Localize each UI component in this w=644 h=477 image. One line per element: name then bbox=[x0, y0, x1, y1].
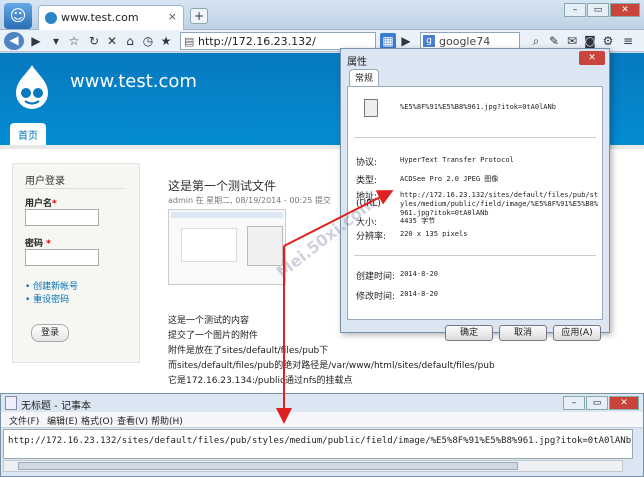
new-tab-button[interactable]: + bbox=[190, 8, 208, 24]
menu-view[interactable]: 查看(V) bbox=[117, 414, 148, 427]
nav-home-tab[interactable]: 首页 bbox=[10, 123, 46, 145]
login-button[interactable]: 登录 bbox=[31, 324, 69, 342]
history-icon[interactable]: ◷ bbox=[140, 33, 156, 49]
notepad-icon bbox=[5, 396, 17, 410]
type-value: ACDSee Pro 2.0 JPEG 图像 bbox=[400, 175, 499, 183]
scroll-thumb[interactable] bbox=[18, 462, 518, 470]
login-block: 用户登录 用户名* 密码 * • 创建新帐号 • 重设密码 登录 bbox=[12, 163, 140, 363]
post-body-line: 它是172.16.23.134:/public通过nfs的挂载点 bbox=[168, 376, 353, 386]
file-icon bbox=[364, 99, 378, 117]
create-account-link[interactable]: • 创建新帐号 bbox=[25, 279, 78, 292]
modified-value: 2014-8-20 bbox=[400, 290, 438, 298]
cancel-button[interactable]: 取消 bbox=[499, 325, 547, 341]
post-meta: admin 在 星期二, 08/19/2014 - 00:25 提交 bbox=[168, 196, 331, 205]
maximize-button[interactable]: ▭ bbox=[587, 3, 609, 17]
username-input[interactable] bbox=[25, 209, 99, 226]
site-name[interactable]: www.test.com bbox=[70, 71, 197, 92]
dialog-close-button[interactable]: ✕ bbox=[579, 51, 605, 65]
address-value-line2[interactable]: yles/medium/public/field/image/%E5%8F%91… bbox=[400, 200, 598, 208]
notepad-content: http://172.16.23.132/sites/default/files… bbox=[8, 436, 632, 446]
favorites-icon[interactable]: ☆ bbox=[66, 33, 82, 49]
resolution-label: 分辨率: bbox=[356, 232, 387, 242]
divider bbox=[25, 188, 125, 189]
general-panel: %E5%8F%91%E5%B8%961.jpg?itok=0tA0lANb 协议… bbox=[347, 86, 603, 320]
modified-label: 修改时间: bbox=[356, 292, 396, 302]
file-name: %E5%8F%91%E5%B8%961.jpg?itok=0tA0lANb bbox=[400, 103, 556, 111]
menu-help[interactable]: 帮助(H) bbox=[151, 414, 183, 427]
stop-icon[interactable]: ✕ bbox=[104, 33, 120, 49]
notepad-window: 无标题 - 记事本 – ▭ ✕ 文件(F) 编辑(E) 格式(O) 查看(V) 帮助… bbox=[0, 393, 644, 477]
forward-icon[interactable]: ▶ bbox=[28, 33, 44, 49]
protocol-label: 协议: bbox=[356, 158, 378, 168]
post-body-line: 而sites/default/files/pub的绝对路径是/var/www/h… bbox=[168, 361, 495, 371]
search-icon[interactable]: ⌕ bbox=[528, 33, 544, 49]
browser-logo-icon[interactable]: ☺ bbox=[4, 3, 32, 29]
notepad-menubar: 文件(F) 编辑(E) 格式(O) 查看(V) 帮助(H) bbox=[1, 412, 643, 428]
post-body-line: 提交了一个图片的附件 bbox=[168, 331, 259, 341]
protocol-value: HyperText Transfer Protocol bbox=[400, 156, 514, 164]
menu-icon[interactable]: ≡ bbox=[620, 33, 636, 49]
username-label: 用户名* bbox=[25, 199, 57, 209]
tab-close-icon[interactable]: × bbox=[168, 10, 177, 23]
page-icon: ▤ bbox=[184, 35, 195, 48]
drupal-logo-icon[interactable] bbox=[14, 63, 50, 109]
reset-password-link[interactable]: • 重设密码 bbox=[25, 292, 69, 305]
mail-icon[interactable]: ✉ bbox=[564, 33, 580, 49]
menu-format[interactable]: 格式(O) bbox=[81, 414, 113, 427]
dropdown-icon[interactable]: ▾ bbox=[48, 33, 64, 49]
close-window-button[interactable]: ✕ bbox=[609, 396, 639, 410]
back-icon[interactable]: ◀ bbox=[4, 32, 24, 50]
post-body-line: 这是一个测试的内容 bbox=[168, 316, 250, 326]
post-title[interactable]: 这是第一个测试文件 bbox=[168, 177, 276, 194]
tab-www-test[interactable]: www.test.com × bbox=[38, 5, 184, 30]
dialog-titlebar[interactable]: 属性 ✕ bbox=[341, 49, 609, 69]
minimize-button[interactable]: – bbox=[563, 396, 585, 410]
home-icon[interactable]: ⌂ bbox=[122, 33, 138, 49]
tools-icon[interactable]: ✎ bbox=[546, 33, 562, 49]
minimize-button[interactable]: – bbox=[564, 3, 586, 17]
created-label: 创建时间: bbox=[356, 272, 396, 282]
type-label: 类型: bbox=[356, 176, 378, 186]
search-text: google74 bbox=[439, 35, 491, 48]
ok-button[interactable]: 确定 bbox=[445, 325, 493, 341]
size-value: 4435 字节 bbox=[400, 217, 436, 225]
menu-edit[interactable]: 编辑(E) bbox=[47, 414, 78, 427]
tab-title: www.test.com bbox=[61, 11, 139, 24]
search-engine-icon[interactable]: g bbox=[423, 35, 435, 47]
apply-button[interactable]: 应用(A) bbox=[553, 325, 601, 341]
refresh-icon[interactable]: ↻ bbox=[86, 33, 102, 49]
password-label: 密码 * bbox=[25, 239, 51, 249]
horizontal-scrollbar[interactable] bbox=[3, 460, 623, 472]
notepad-titlebar[interactable]: 无标题 - 记事本 – ▭ ✕ bbox=[1, 394, 643, 412]
notepad-text-area[interactable]: http://172.16.23.132/sites/default/files… bbox=[3, 429, 633, 459]
browser-tab-bar: ☺ www.test.com × + – ▭ ✕ bbox=[0, 0, 644, 30]
url-text: http://172.16.23.132/ bbox=[198, 35, 316, 48]
window-controls: – ▭ ✕ bbox=[563, 2, 640, 17]
notepad-title: 无标题 - 记事本 bbox=[21, 401, 91, 412]
password-input[interactable] bbox=[25, 249, 99, 266]
created-value: 2014-8-20 bbox=[400, 270, 438, 278]
post-image[interactable] bbox=[168, 209, 286, 285]
drupal-favicon-icon bbox=[45, 12, 57, 24]
resolution-value: 220 x 135 pixels bbox=[400, 230, 468, 238]
menu-file[interactable]: 文件(F) bbox=[9, 414, 39, 427]
close-window-button[interactable]: ✕ bbox=[610, 3, 640, 17]
go-icon[interactable]: ▶ bbox=[398, 33, 414, 49]
login-heading: 用户登录 bbox=[25, 176, 65, 187]
bookmark-icon[interactable]: ★ bbox=[158, 33, 174, 49]
properties-dialog: 属性 ✕ 常规 %E5%8F%91%E5%B8%961.jpg?itok=0tA… bbox=[340, 48, 610, 341]
translate-icon[interactable]: ▦ bbox=[380, 33, 396, 49]
post-body-line: 附件是放在了sites/default/files/pub下 bbox=[168, 346, 329, 356]
tab-general[interactable]: 常规 bbox=[349, 69, 379, 87]
notepad-window-controls: – ▭ ✕ bbox=[562, 395, 639, 410]
address-value[interactable]: http://172.16.23.132/sites/default/files… bbox=[400, 191, 598, 199]
dialog-title: 属性 bbox=[347, 57, 367, 68]
maximize-button[interactable]: ▭ bbox=[586, 396, 608, 410]
settings-icon[interactable]: ⚙ bbox=[600, 33, 616, 49]
screenshot-icon[interactable]: ◙ bbox=[582, 33, 598, 49]
